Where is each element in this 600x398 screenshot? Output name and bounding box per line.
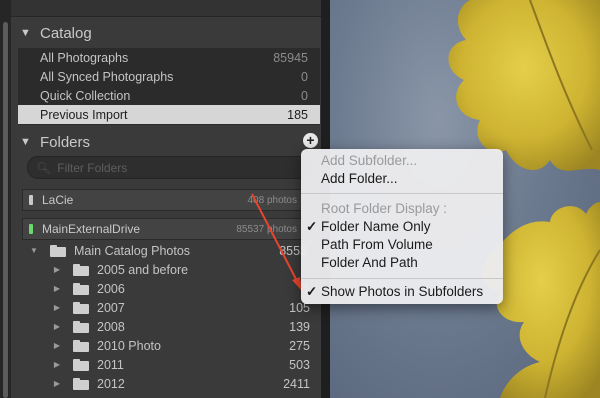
catalog-item-previous-import[interactable]: Previous Import 185 [18, 105, 320, 124]
menu-item-folder-name-only[interactable]: Folder Name Only [306, 218, 430, 236]
menu-item-path-from-volume[interactable]: Path From Volume [321, 236, 433, 254]
catalog-item-all-photographs[interactable]: All Photographs 85945 [18, 48, 320, 67]
volume-lacie[interactable]: LaCie 408 photos [22, 189, 320, 211]
catalog-item-quick-collection[interactable]: Quick Collection 0 [18, 86, 320, 105]
left-panel: ▼ Catalog All Photographs 85945 All Sync… [0, 0, 330, 398]
catalog-item-label: All Synced Photographs [40, 69, 174, 84]
folder-label: 2005 and before [97, 262, 189, 277]
folder-icon [73, 339, 89, 352]
menu-item-add-folder[interactable]: Add Folder... [321, 170, 398, 188]
folder-count: 139 [289, 319, 310, 334]
triangle-down-icon[interactable]: ▼ [28, 246, 40, 255]
catalog-item-label: Quick Collection [40, 88, 131, 103]
volume-name: MainExternalDrive [42, 222, 141, 236]
menu-item-show-photos-in-subfolders[interactable]: Show Photos in Subfolders [306, 283, 483, 301]
volume-count: 85537 photos [236, 223, 297, 235]
catalog-item-count: 85945 [273, 50, 308, 65]
folder-icon [73, 320, 89, 333]
scrollbar-thumb[interactable] [3, 22, 8, 398]
menu-separator [301, 193, 503, 194]
catalog-item-all-synced-photographs[interactable]: All Synced Photographs 0 [18, 67, 320, 86]
folder-label: 2011 [97, 357, 124, 372]
folder-2012[interactable]: ▶ 2012 2411 [11, 374, 321, 393]
panel-top-strip [11, 0, 321, 17]
triangle-right-icon[interactable]: ▶ [51, 341, 63, 350]
triangle-right-icon[interactable]: ▶ [51, 284, 63, 293]
filter-placeholder: Filter Folders [57, 160, 128, 175]
folders-header[interactable]: ▼ Folders [11, 126, 321, 158]
folder-2010-photo[interactable]: ▶ 2010 Photo 275 [11, 336, 321, 355]
folders-context-menu: Add Subfolder... Add Folder... Root Fold… [301, 149, 503, 304]
scrollbar[interactable] [0, 0, 11, 398]
folder-icon [73, 282, 89, 295]
folder-count: 275 [289, 338, 310, 353]
folder-2006[interactable]: ▶ 2006 1 [11, 279, 321, 298]
folder-label: 2006 [97, 281, 125, 296]
catalog-header[interactable]: ▼ Catalog [11, 17, 321, 49]
menu-separator [301, 278, 503, 279]
folder-label: Main Catalog Photos [74, 243, 191, 258]
catalog-item-count: 0 [301, 88, 308, 103]
folder-label: 2007 [97, 300, 125, 315]
drive-icon [29, 224, 33, 234]
triangle-right-icon[interactable]: ▶ [51, 303, 63, 312]
catalog-title: Catalog [40, 24, 92, 42]
menu-item-add-subfolder[interactable]: Add Subfolder... [321, 152, 417, 170]
folder-icon [50, 244, 66, 257]
triangle-down-icon[interactable]: ▼ [20, 136, 36, 148]
triangle-right-icon[interactable]: ▶ [51, 360, 63, 369]
folder-icon [73, 263, 89, 276]
catalog-item-label: Previous Import [40, 107, 128, 122]
search-icon: 🔍︎ [36, 160, 52, 175]
triangle-right-icon[interactable]: ▶ [51, 265, 63, 274]
catalog-item-count: 185 [287, 107, 308, 122]
folder-label: 2012 [97, 376, 125, 391]
triangle-right-icon[interactable]: ▶ [51, 379, 63, 388]
folder-count: 2411 [283, 376, 310, 391]
folder-2008[interactable]: ▶ 2008 139 [11, 317, 321, 336]
catalog-item-count: 0 [301, 69, 308, 84]
folder-label: 2010 Photo [97, 338, 161, 353]
volume-mainexternaldrive[interactable]: MainExternalDrive 85537 photos [22, 218, 320, 240]
folder-icon [73, 301, 89, 314]
volume-name: LaCie [42, 193, 74, 207]
menu-heading-root-folder-display: Root Folder Display : [321, 201, 448, 216]
filter-folders-input[interactable]: 🔍︎ Filter Folders [27, 156, 313, 179]
drive-icon [29, 195, 33, 205]
folder-label: 2008 [97, 319, 125, 334]
folder-2011[interactable]: ▶ 2011 503 [11, 355, 321, 374]
volume-count: 408 photos [247, 194, 298, 206]
folder-2007[interactable]: ▶ 2007 105 [11, 298, 321, 317]
folder-main-catalog-photos[interactable]: ▼ Main Catalog Photos 8553 [11, 241, 321, 260]
folder-2005-and-before[interactable]: ▶ 2005 and before [11, 260, 321, 279]
folder-icon [73, 377, 89, 390]
folder-count: 503 [289, 357, 310, 372]
menu-item-folder-and-path[interactable]: Folder And Path [321, 254, 418, 272]
triangle-down-icon[interactable]: ▼ [20, 27, 36, 39]
add-folder-button[interactable]: + [303, 133, 318, 148]
catalog-item-label: All Photographs [40, 50, 129, 65]
folders-title: Folders [40, 133, 91, 151]
triangle-right-icon[interactable]: ▶ [51, 322, 63, 331]
folder-icon [73, 358, 89, 371]
